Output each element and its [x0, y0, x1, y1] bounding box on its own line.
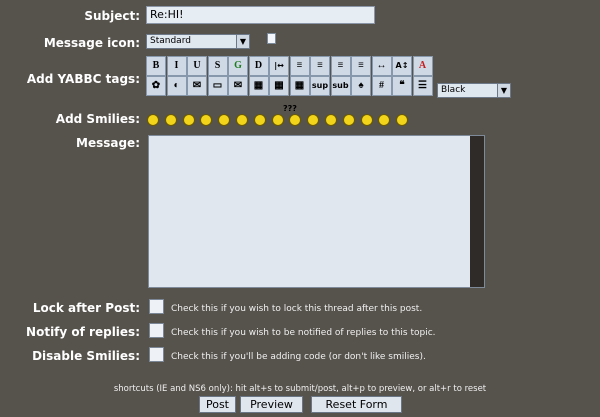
disable-smilies-label: Disable Smilies: — [32, 349, 140, 363]
subject-input[interactable]: Re:HI! — [146, 6, 375, 24]
reset-form-button[interactable]: Reset Form — [311, 396, 402, 413]
smiley-icon[interactable] — [147, 114, 159, 126]
move-icon[interactable]: |↔ — [269, 56, 289, 76]
font-size-icon[interactable]: A↕ — [392, 56, 412, 76]
huh-icon[interactable] — [289, 114, 302, 126]
image-icon[interactable]: ▭ — [207, 76, 228, 96]
notify-replies-hint: Check this if you wish to be notified of… — [171, 328, 436, 338]
underline-icon[interactable]: U — [187, 56, 207, 76]
subscript-icon[interactable]: sub — [330, 76, 351, 96]
angry-icon[interactable] — [218, 114, 231, 126]
glow-icon[interactable]: G — [228, 56, 248, 76]
center-icon[interactable]: ≡ — [330, 56, 351, 76]
hyperlink-icon[interactable]: ◐ — [166, 76, 187, 96]
preview-button[interactable]: Preview — [240, 396, 303, 413]
chevron-down-icon: ▼ — [497, 84, 510, 97]
lock-after-post-checkbox[interactable] — [149, 299, 164, 314]
italic-icon[interactable]: I — [166, 56, 187, 76]
ftp-icon[interactable]: ✉ — [187, 76, 207, 96]
lock-after-post-label: Lock after Post: — [32, 301, 140, 315]
kiss-icon[interactable] — [396, 114, 409, 126]
horizontal-rule-icon[interactable]: ↔ — [371, 56, 392, 76]
wink-icon[interactable] — [164, 114, 177, 126]
sad-icon[interactable] — [236, 114, 248, 126]
align-right-icon[interactable]: ≡ — [351, 56, 371, 76]
message-textarea[interactable] — [148, 135, 485, 288]
quote-icon[interactable]: ❝ — [392, 76, 412, 96]
font-face-icon[interactable]: A — [412, 56, 433, 76]
rolleyes-icon[interactable] — [307, 114, 320, 126]
strike-icon[interactable]: S — [207, 56, 228, 76]
notify-replies-checkbox[interactable] — [149, 323, 164, 338]
shadow-icon[interactable]: D — [248, 56, 269, 76]
flash-icon[interactable]: ✿ — [146, 76, 166, 96]
teletype-icon[interactable]: ♠ — [351, 76, 371, 96]
color-select[interactable]: Black ▼ — [437, 83, 511, 98]
disable-smilies-hint: Check this if you'll be adding code (or … — [171, 352, 426, 362]
superscript-icon[interactable]: sup — [310, 76, 330, 96]
notify-replies-label: Notify of replies: — [26, 325, 140, 339]
yabbc-label: Add YABBC tags: — [26, 72, 140, 86]
grin-icon[interactable] — [200, 114, 213, 126]
lock-after-post-hint: Check this if you wish to lock this thre… — [171, 304, 423, 314]
undecided-icon[interactable] — [378, 114, 391, 126]
message-label: Message: — [76, 136, 140, 150]
lipsrsealed-icon[interactable] — [360, 114, 373, 126]
table-icon[interactable]: ▦ — [248, 76, 269, 96]
code-icon[interactable]: # — [371, 76, 392, 96]
message-scrollbar[interactable] — [470, 136, 484, 287]
message-icon-label: Message icon: — [43, 36, 140, 50]
preformatted-icon[interactable]: ≡ — [289, 56, 310, 76]
smilies-label: Add Smilies: — [55, 112, 140, 126]
email-icon[interactable]: ✉ — [228, 76, 248, 96]
list-icon[interactable]: ☰ — [412, 76, 433, 96]
color-selected: Black — [441, 85, 466, 95]
table-row-icon[interactable]: ▦ — [269, 76, 289, 96]
tongue-icon[interactable] — [325, 114, 337, 126]
chevron-down-icon: ▼ — [236, 35, 249, 48]
cool-icon[interactable] — [271, 114, 284, 126]
document-icon — [267, 33, 276, 44]
smiley-question-label: ??? — [283, 104, 297, 113]
shocked-icon[interactable] — [253, 114, 266, 126]
message-icon-selected: Standard — [150, 36, 191, 46]
embarrassed-icon[interactable] — [342, 114, 355, 126]
shortcuts-hint: shortcuts (IE and NS6 only): hit alt+s t… — [113, 384, 487, 394]
subject-label: Subject: — [84, 9, 140, 23]
bold-icon[interactable]: B — [146, 56, 166, 76]
post-button[interactable]: Post — [199, 396, 236, 413]
message-icon-select[interactable]: Standard ▼ — [146, 34, 250, 49]
disable-smilies-checkbox[interactable] — [149, 347, 164, 362]
align-left-icon[interactable]: ≡ — [310, 56, 330, 76]
cheesy-icon[interactable] — [182, 114, 195, 126]
table-column-icon[interactable]: ▦ — [289, 76, 310, 96]
